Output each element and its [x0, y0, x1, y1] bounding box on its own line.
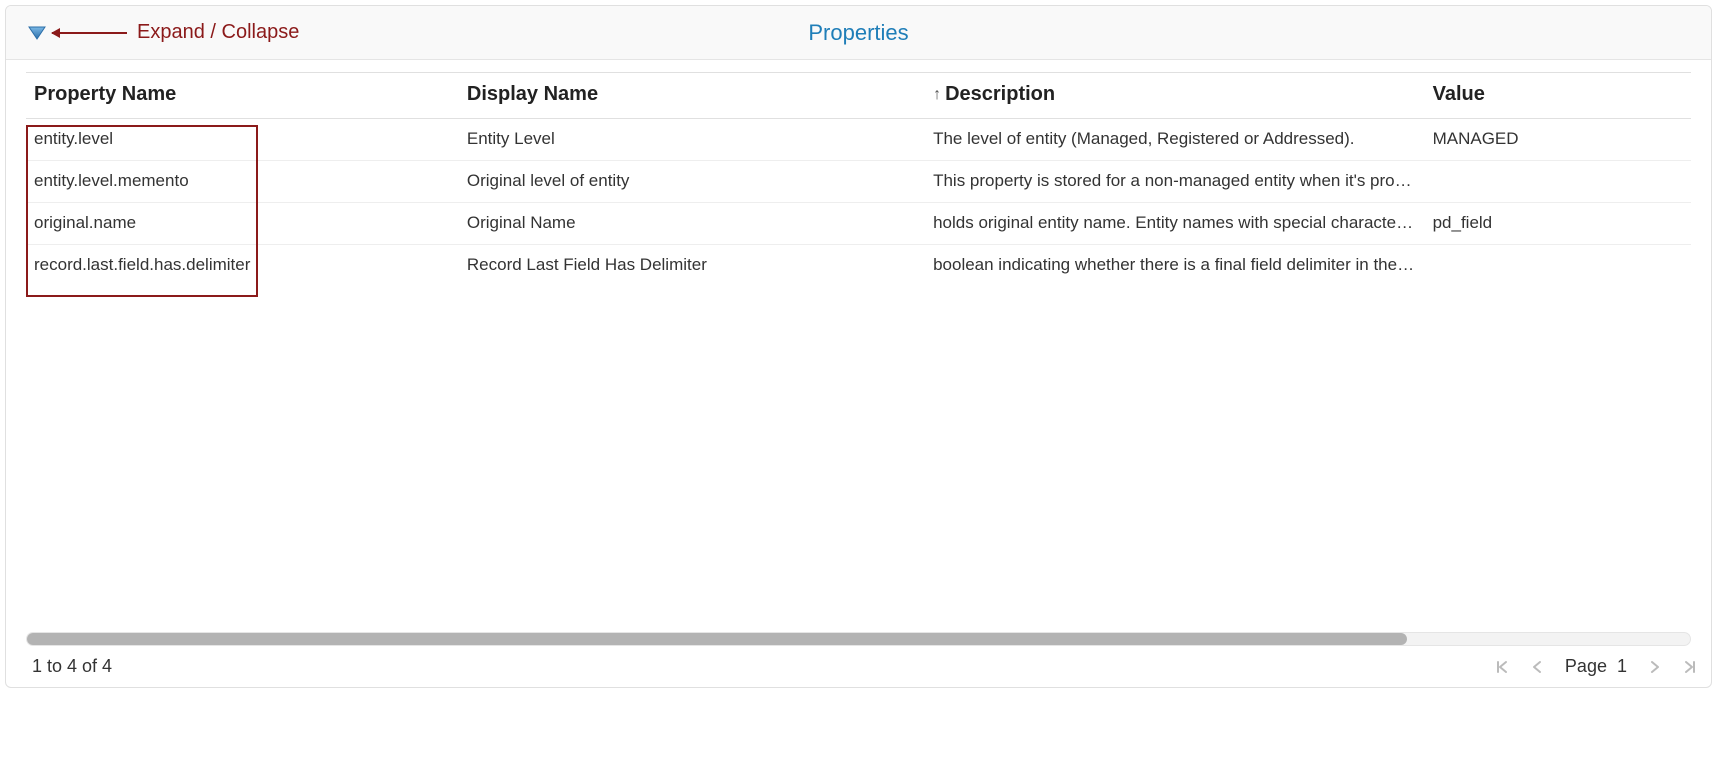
pager: Page 1	[1495, 656, 1697, 677]
scrollbar-thumb[interactable]	[27, 633, 1407, 645]
sort-ascending-icon: ↑	[933, 86, 941, 103]
next-page-button[interactable]	[1649, 660, 1661, 674]
table-header-row: Property Name Display Name ↑Description …	[26, 73, 1691, 119]
table-row[interactable]: entity.level.memento Original level of e…	[26, 161, 1691, 203]
first-page-button[interactable]	[1495, 660, 1509, 674]
cell-value: MANAGED	[1425, 119, 1691, 161]
arrow-left-icon	[52, 32, 127, 34]
properties-panel: Expand / Collapse Properties Property Na…	[5, 5, 1712, 688]
table-row[interactable]: original.name Original Name holds origin…	[26, 203, 1691, 245]
table-row[interactable]: entity.level Entity Level The level of e…	[26, 119, 1691, 161]
horizontal-scrollbar[interactable]	[26, 632, 1691, 646]
properties-table: Property Name Display Name ↑Description …	[26, 72, 1691, 286]
panel-footer: 1 to 4 of 4 Page 1	[6, 646, 1711, 687]
cell-property-name: entity.level	[26, 119, 459, 161]
panel-title: Properties	[808, 20, 908, 46]
page-indicator: Page 1	[1565, 656, 1627, 677]
table-row[interactable]: record.last.field.has.delimiter Record L…	[26, 245, 1691, 287]
col-display-name[interactable]: Display Name	[459, 73, 925, 119]
cell-description: boolean indicating whether there is a fi…	[925, 245, 1425, 287]
col-value[interactable]: Value	[1425, 73, 1691, 119]
cell-property-name: record.last.field.has.delimiter	[26, 245, 459, 287]
panel-body: Property Name Display Name ↑Description …	[6, 60, 1711, 620]
row-range: 1 to 4 of 4	[32, 656, 112, 677]
annotation-label: Expand / Collapse	[137, 21, 299, 44]
cell-description: This property is stored for a non-manage…	[925, 161, 1425, 203]
cell-display-name: Original Name	[459, 203, 925, 245]
cell-description: holds original entity name. Entity names…	[925, 203, 1425, 245]
cell-value: pd_field	[1425, 203, 1691, 245]
expand-collapse-toggle[interactable]	[28, 26, 46, 40]
last-page-button[interactable]	[1683, 660, 1697, 674]
col-description[interactable]: ↑Description	[925, 73, 1425, 119]
cell-value	[1425, 245, 1691, 287]
cell-property-name: entity.level.memento	[26, 161, 459, 203]
cell-property-name: original.name	[26, 203, 459, 245]
cell-display-name: Record Last Field Has Delimiter	[459, 245, 925, 287]
expand-collapse-annotation: Expand / Collapse	[52, 21, 299, 44]
prev-page-button[interactable]	[1531, 660, 1543, 674]
cell-value	[1425, 161, 1691, 203]
cell-display-name: Entity Level	[459, 119, 925, 161]
cell-description: The level of entity (Managed, Registered…	[925, 119, 1425, 161]
cell-display-name: Original level of entity	[459, 161, 925, 203]
col-property-name[interactable]: Property Name	[26, 73, 459, 119]
panel-header: Expand / Collapse Properties	[6, 6, 1711, 60]
